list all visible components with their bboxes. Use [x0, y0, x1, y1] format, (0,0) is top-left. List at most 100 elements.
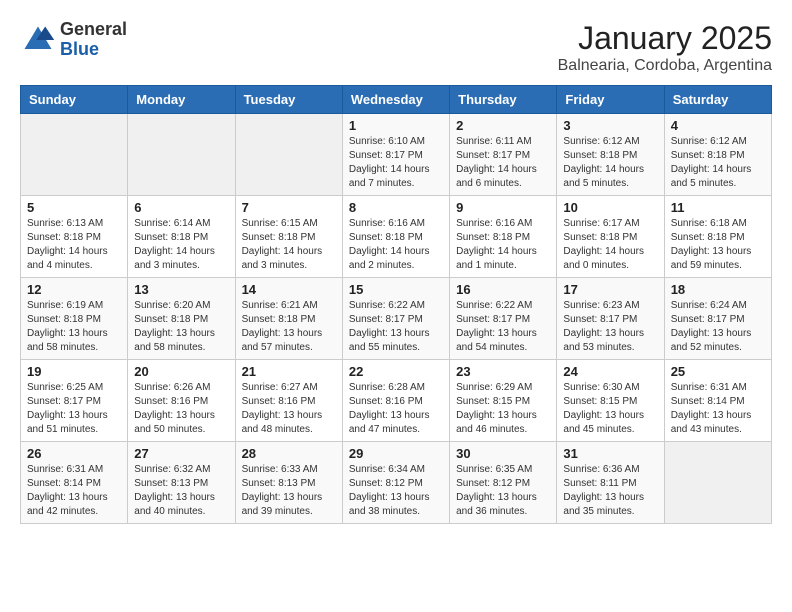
day-number: 9 [456, 200, 550, 215]
calendar-title: January 2025 [558, 20, 772, 57]
calendar-cell [664, 442, 771, 524]
day-number: 4 [671, 118, 765, 133]
calendar-cell: 13 Sunrise: 6:20 AMSunset: 8:18 PMDayligh… [128, 278, 235, 360]
day-number: 31 [563, 446, 657, 461]
calendar-cell [21, 114, 128, 196]
day-info: Sunrise: 6:23 AMSunset: 8:17 PMDaylight:… [563, 299, 657, 355]
weekday-header: Tuesday [235, 86, 342, 114]
calendar-cell [235, 114, 342, 196]
calendar-cell: 16 Sunrise: 6:22 AMSunset: 8:17 PMDayligh… [450, 278, 557, 360]
day-number: 20 [134, 364, 228, 379]
day-number: 25 [671, 364, 765, 379]
day-number: 14 [242, 282, 336, 297]
day-number: 13 [134, 282, 228, 297]
day-info: Sunrise: 6:15 AMSunset: 8:18 PMDaylight:… [242, 217, 336, 273]
day-info: Sunrise: 6:17 AMSunset: 8:18 PMDaylight:… [563, 217, 657, 273]
day-info: Sunrise: 6:12 AMSunset: 8:18 PMDaylight:… [563, 135, 657, 191]
day-number: 16 [456, 282, 550, 297]
day-number: 27 [134, 446, 228, 461]
day-number: 23 [456, 364, 550, 379]
calendar-cell: 17 Sunrise: 6:23 AMSunset: 8:17 PMDayligh… [557, 278, 664, 360]
calendar-cell: 26 Sunrise: 6:31 AMSunset: 8:14 PMDayligh… [21, 442, 128, 524]
day-info: Sunrise: 6:28 AMSunset: 8:16 PMDaylight:… [349, 381, 443, 437]
calendar-cell: 22 Sunrise: 6:28 AMSunset: 8:16 PMDayligh… [342, 360, 449, 442]
calendar-cell: 15 Sunrise: 6:22 AMSunset: 8:17 PMDayligh… [342, 278, 449, 360]
day-number: 28 [242, 446, 336, 461]
day-number: 29 [349, 446, 443, 461]
day-info: Sunrise: 6:21 AMSunset: 8:18 PMDaylight:… [242, 299, 336, 355]
day-info: Sunrise: 6:27 AMSunset: 8:16 PMDaylight:… [242, 381, 336, 437]
day-info: Sunrise: 6:22 AMSunset: 8:17 PMDaylight:… [349, 299, 443, 355]
day-number: 19 [27, 364, 121, 379]
day-number: 6 [134, 200, 228, 215]
day-info: Sunrise: 6:31 AMSunset: 8:14 PMDaylight:… [27, 463, 121, 519]
day-number: 26 [27, 446, 121, 461]
day-info: Sunrise: 6:13 AMSunset: 8:18 PMDaylight:… [27, 217, 121, 273]
day-info: Sunrise: 6:31 AMSunset: 8:14 PMDaylight:… [671, 381, 765, 437]
calendar-cell: 4 Sunrise: 6:12 AMSunset: 8:18 PMDaylight… [664, 114, 771, 196]
calendar-cell: 18Sunrise: 6:24 AMSunset: 8:17 PMDayligh… [664, 278, 771, 360]
day-number: 30 [456, 446, 550, 461]
calendar-cell: 30Sunrise: 6:35 AMSunset: 8:12 PMDayligh… [450, 442, 557, 524]
day-number: 21 [242, 364, 336, 379]
weekday-header: Thursday [450, 86, 557, 114]
logo-blue: Blue [60, 40, 127, 60]
day-info: Sunrise: 6:20 AMSunset: 8:18 PMDaylight:… [134, 299, 228, 355]
day-info: Sunrise: 6:10 AMSunset: 8:17 PMDaylight:… [349, 135, 443, 191]
day-number: 15 [349, 282, 443, 297]
page-header: General Blue January 2025 Balnearia, Cor… [20, 20, 772, 75]
day-info: Sunrise: 6:26 AMSunset: 8:16 PMDaylight:… [134, 381, 228, 437]
calendar-cell: 1 Sunrise: 6:10 AMSunset: 8:17 PMDaylight… [342, 114, 449, 196]
day-number: 10 [563, 200, 657, 215]
day-info: Sunrise: 6:12 AMSunset: 8:18 PMDaylight:… [671, 135, 765, 191]
calendar-cell: 3 Sunrise: 6:12 AMSunset: 8:18 PMDaylight… [557, 114, 664, 196]
calendar-cell: 28Sunrise: 6:33 AMSunset: 8:13 PMDayligh… [235, 442, 342, 524]
calendar-week-row: 1 Sunrise: 6:10 AMSunset: 8:17 PMDaylight… [21, 114, 772, 196]
day-number: 1 [349, 118, 443, 133]
day-info: Sunrise: 6:19 AMSunset: 8:18 PMDaylight:… [27, 299, 121, 355]
day-number: 24 [563, 364, 657, 379]
logo-general: General [60, 20, 127, 40]
weekday-header: Sunday [21, 86, 128, 114]
calendar-cell: 27Sunrise: 6:32 AMSunset: 8:13 PMDayligh… [128, 442, 235, 524]
day-info: Sunrise: 6:11 AMSunset: 8:17 PMDaylight:… [456, 135, 550, 191]
calendar-week-row: 12 Sunrise: 6:19 AMSunset: 8:18 PMDayligh… [21, 278, 772, 360]
day-number: 7 [242, 200, 336, 215]
day-number: 8 [349, 200, 443, 215]
calendar-cell: 7 Sunrise: 6:15 AMSunset: 8:18 PMDaylight… [235, 196, 342, 278]
weekday-header: Friday [557, 86, 664, 114]
calendar-cell: 25 Sunrise: 6:31 AMSunset: 8:14 PMDayligh… [664, 360, 771, 442]
day-number: 17 [563, 282, 657, 297]
logo: General Blue [20, 20, 127, 60]
day-info: Sunrise: 6:36 AMSunset: 8:11 PMDaylight:… [563, 463, 657, 519]
day-number: 11 [671, 200, 765, 215]
calendar-cell: 6Sunrise: 6:14 AMSunset: 8:18 PMDaylight… [128, 196, 235, 278]
calendar-cell [128, 114, 235, 196]
day-info: Sunrise: 6:16 AMSunset: 8:18 PMDaylight:… [456, 217, 550, 273]
calendar-cell: 12 Sunrise: 6:19 AMSunset: 8:18 PMDayligh… [21, 278, 128, 360]
calendar-cell: 10 Sunrise: 6:17 AMSunset: 8:18 PMDayligh… [557, 196, 664, 278]
day-info: Sunrise: 6:30 AMSunset: 8:15 PMDaylight:… [563, 381, 657, 437]
calendar-cell: 8 Sunrise: 6:16 AMSunset: 8:18 PMDaylight… [342, 196, 449, 278]
calendar-cell: 31 Sunrise: 6:36 AMSunset: 8:11 PMDayligh… [557, 442, 664, 524]
day-info: Sunrise: 6:25 AMSunset: 8:17 PMDaylight:… [27, 381, 121, 437]
calendar-table: SundayMondayTuesdayWednesdayThursdayFrid… [20, 85, 772, 524]
calendar-cell: 2Sunrise: 6:11 AMSunset: 8:17 PMDaylight… [450, 114, 557, 196]
calendar-subtitle: Balnearia, Cordoba, Argentina [558, 57, 772, 75]
calendar-cell: 19 Sunrise: 6:25 AMSunset: 8:17 PMDayligh… [21, 360, 128, 442]
calendar-week-row: 5Sunrise: 6:13 AMSunset: 8:18 PMDaylight… [21, 196, 772, 278]
calendar-cell: 5Sunrise: 6:13 AMSunset: 8:18 PMDaylight… [21, 196, 128, 278]
day-number: 12 [27, 282, 121, 297]
logo-icon [20, 22, 56, 58]
day-info: Sunrise: 6:22 AMSunset: 8:17 PMDaylight:… [456, 299, 550, 355]
logo-text: General Blue [60, 20, 127, 60]
calendar-cell: 9 Sunrise: 6:16 AMSunset: 8:18 PMDaylight… [450, 196, 557, 278]
calendar-header-row: SundayMondayTuesdayWednesdayThursdayFrid… [21, 86, 772, 114]
day-info: Sunrise: 6:16 AMSunset: 8:18 PMDaylight:… [349, 217, 443, 273]
weekday-header: Saturday [664, 86, 771, 114]
day-number: 22 [349, 364, 443, 379]
calendar-cell: 24 Sunrise: 6:30 AMSunset: 8:15 PMDayligh… [557, 360, 664, 442]
day-number: 3 [563, 118, 657, 133]
calendar-cell: 11Sunrise: 6:18 AMSunset: 8:18 PMDayligh… [664, 196, 771, 278]
weekday-header: Monday [128, 86, 235, 114]
